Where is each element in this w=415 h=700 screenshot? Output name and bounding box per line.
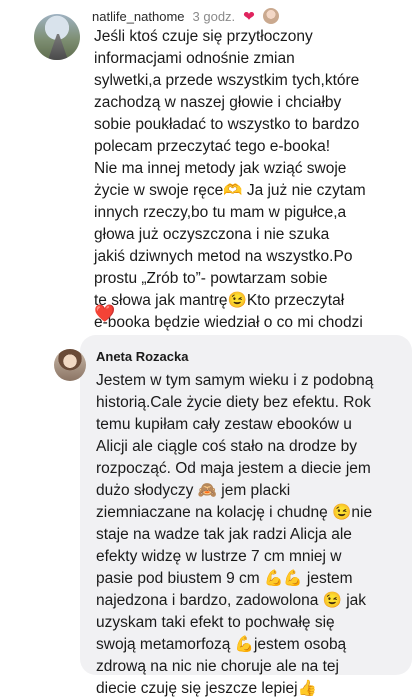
comment-text: Jestem w tym samym wieku i z podobną his… [96, 372, 374, 697]
heart-emoji: ❤️ [94, 304, 116, 323]
heart-icon[interactable]: ❤ [243, 9, 255, 23]
avatar[interactable] [54, 349, 86, 381]
comment-text: Jeśli ktoś czuje się przytłoczony inform… [94, 28, 366, 331]
comment-aneta: Aneta Rozacka Jestem w tym samym wieku i… [0, 335, 415, 697]
road-graphic [48, 34, 68, 60]
comment-username[interactable]: natlife_nathome [92, 9, 185, 24]
comment-natlife: natlife_nathome 3 godz. ❤ Jeśli ktoś czu… [0, 0, 415, 335]
liker-avatar-icon [262, 8, 279, 24]
comment-time: 3 godz. [192, 8, 236, 24]
avatar[interactable] [34, 14, 80, 60]
comment-author[interactable]: Aneta Rozacka [96, 349, 188, 364]
comment-header: natlife_nathome 3 godz. ❤ [92, 8, 279, 24]
